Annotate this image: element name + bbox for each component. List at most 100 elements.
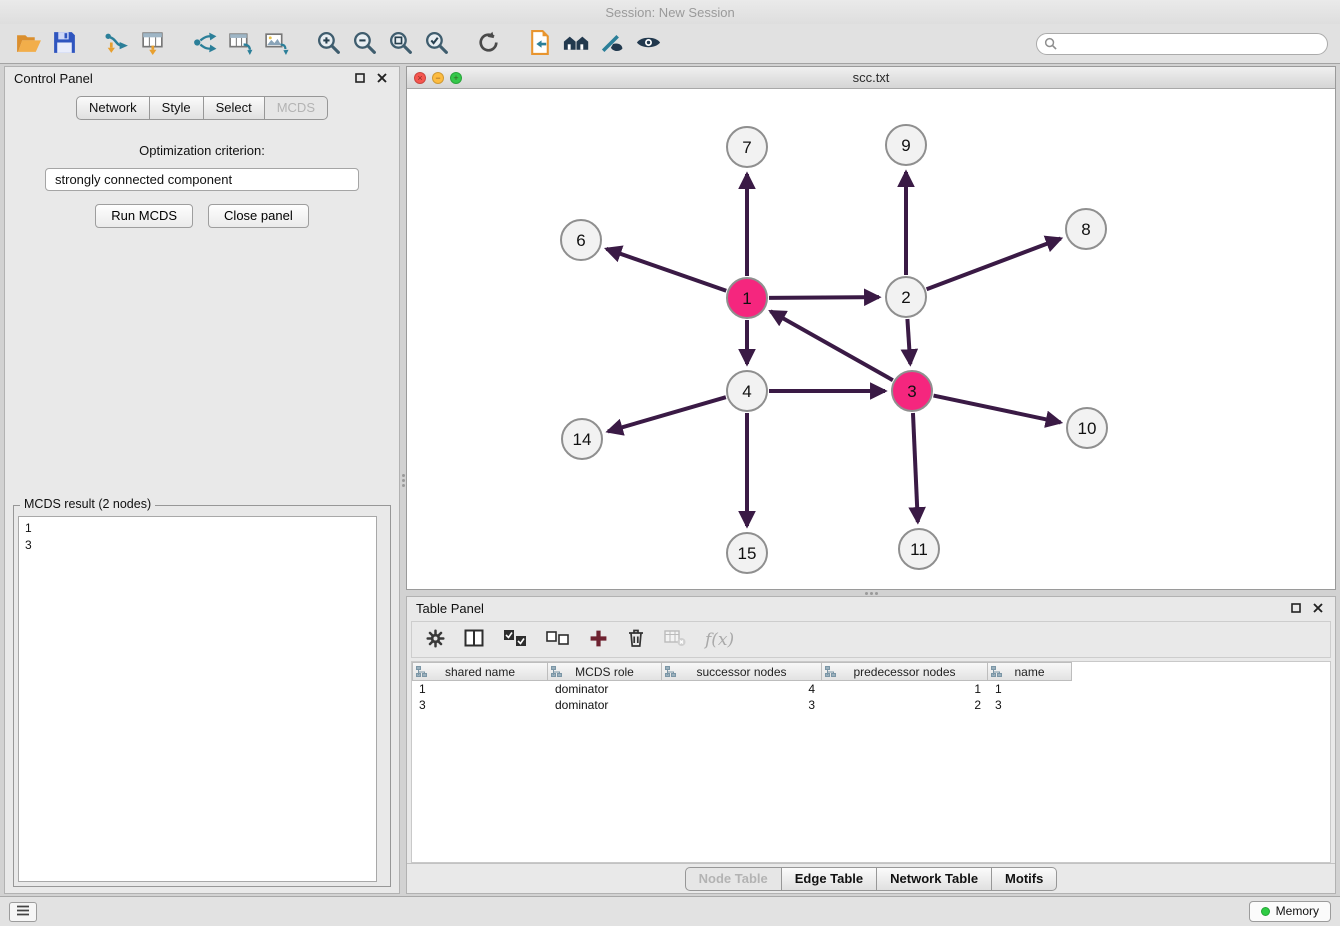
show-hide-button[interactable] <box>630 27 666 61</box>
tab-select[interactable]: Select <box>204 96 265 120</box>
run-mcds-button[interactable]: Run MCDS <box>95 204 193 228</box>
deselect-all-button[interactable] <box>546 629 570 650</box>
table-row[interactable]: 3dominator323 <box>412 697 1330 713</box>
tab-node-table[interactable]: Node Table <box>685 867 782 891</box>
tab-network-table[interactable]: Network Table <box>877 867 992 891</box>
column-header-successor-nodes[interactable]: successor nodes <box>662 662 822 681</box>
result-line: 1 <box>25 520 370 537</box>
table-header-row: shared nameMCDS rolesuccessor nodesprede… <box>412 662 1330 681</box>
edge-2-8[interactable] <box>927 239 1061 290</box>
node-4[interactable]: 4 <box>727 371 767 411</box>
dropdown-stepper-icon <box>343 172 351 189</box>
search-input[interactable] <box>1036 33 1328 55</box>
edge-3-10[interactable] <box>934 396 1061 423</box>
node-9[interactable]: 9 <box>886 125 926 165</box>
hamburger-icon <box>16 904 30 919</box>
select-all-icon <box>503 629 527 650</box>
open-session-button[interactable] <box>10 27 46 61</box>
first-neighbors-button[interactable] <box>558 27 594 61</box>
table-cell[interactable]: 1 <box>822 682 988 696</box>
memory-button[interactable]: Memory <box>1249 901 1331 922</box>
column-header-name[interactable]: name <box>988 662 1072 681</box>
edge-1-2[interactable] <box>769 297 879 298</box>
refresh-button[interactable] <box>470 27 506 61</box>
close-window-icon[interactable]: × <box>414 72 426 84</box>
float-table-panel-button[interactable] <box>1288 600 1304 616</box>
node-8[interactable]: 8 <box>1066 209 1106 249</box>
new-table-button[interactable] <box>222 27 258 61</box>
export-image-button[interactable] <box>258 27 294 61</box>
table-cell[interactable]: 1 <box>988 682 1072 696</box>
node-2[interactable]: 2 <box>886 277 926 317</box>
network-from-selection-button[interactable] <box>522 27 558 61</box>
select-all-button[interactable] <box>503 629 527 650</box>
optimization-criterion-select[interactable]: strongly connected component <box>45 168 359 191</box>
node-14[interactable]: 14 <box>562 419 602 459</box>
table-cell[interactable]: 4 <box>662 682 822 696</box>
tab-style[interactable]: Style <box>150 96 204 120</box>
node-3[interactable]: 3 <box>892 371 932 411</box>
node-label: 4 <box>742 382 751 401</box>
mcds-result-text[interactable]: 13 <box>18 516 377 882</box>
table-cell[interactable]: 3 <box>412 698 548 712</box>
table-toolbar: f(x) <box>411 621 1331 658</box>
function-builder-button[interactable]: f(x) <box>705 630 734 650</box>
network-view-window: scc.txt × − + 7968124314101511 <box>406 66 1336 590</box>
new-network-button[interactable] <box>186 27 222 61</box>
network-canvas[interactable]: 7 9 6 8 1 2 4 3 14 10 15 11 <box>407 89 1335 589</box>
table-settings-button[interactable] <box>426 629 445 651</box>
close-icon <box>377 71 387 86</box>
tab-motifs[interactable]: Motifs <box>992 867 1057 891</box>
edge-1-6[interactable] <box>606 249 726 291</box>
node-15[interactable]: 15 <box>727 533 767 573</box>
tab-network[interactable]: Network <box>76 96 150 120</box>
column-header-shared-name[interactable]: shared name <box>412 662 548 681</box>
node-10[interactable]: 10 <box>1067 408 1107 448</box>
show-columns-button[interactable] <box>464 629 484 650</box>
float-panel-button[interactable] <box>352 70 368 86</box>
table-cell[interactable]: 1 <box>412 682 548 696</box>
node-6[interactable]: 6 <box>561 220 601 260</box>
table-cell[interactable]: 3 <box>988 698 1072 712</box>
import-network-button[interactable] <box>98 27 134 61</box>
node-1[interactable]: 1 <box>727 278 767 318</box>
edge-3-11[interactable] <box>913 413 918 522</box>
edge-4-14[interactable] <box>608 397 726 431</box>
node-7[interactable]: 7 <box>727 127 767 167</box>
table-panel-header: Table Panel <box>407 597 1335 619</box>
zoom-selected-button[interactable] <box>418 27 454 61</box>
column-label: name <box>1014 665 1044 679</box>
column-header-MCDS-role[interactable]: MCDS role <box>548 662 662 681</box>
style-brush-button[interactable] <box>594 27 630 61</box>
panel-menu-button[interactable] <box>9 902 37 922</box>
create-column-button[interactable] <box>589 629 608 651</box>
delete-table-button[interactable] <box>664 629 686 650</box>
window-titlebar: Session: New Session <box>0 0 1340 24</box>
zoom-fit-button[interactable] <box>382 27 418 61</box>
node-label: 9 <box>901 136 910 155</box>
save-session-button[interactable] <box>46 27 82 61</box>
close-table-panel-button[interactable] <box>1310 600 1326 616</box>
maximize-window-icon[interactable]: + <box>450 72 462 84</box>
plus-icon <box>589 629 608 651</box>
tab-edge-table[interactable]: Edge Table <box>782 867 877 891</box>
delete-columns-button[interactable] <box>627 628 645 651</box>
close-panel-button[interactable] <box>374 70 390 86</box>
table-cell[interactable]: dominator <box>548 682 662 696</box>
table-cell[interactable]: 2 <box>822 698 988 712</box>
edge-2-3[interactable] <box>907 319 910 364</box>
edge-3-1[interactable] <box>771 311 893 380</box>
node-11[interactable]: 11 <box>899 529 939 569</box>
zoom-in-button[interactable] <box>310 27 346 61</box>
control-panel-tabs: NetworkStyleSelectMCDS <box>5 96 399 120</box>
table-row[interactable]: 1dominator411 <box>412 681 1330 697</box>
table-cell[interactable]: 3 <box>662 698 822 712</box>
minimize-window-icon[interactable]: − <box>432 72 444 84</box>
import-table-button[interactable] <box>134 27 170 61</box>
tab-mcds[interactable]: MCDS <box>265 96 328 120</box>
table-cell[interactable]: dominator <box>548 698 662 712</box>
mcds-result-fieldset: MCDS result (2 nodes) 13 <box>13 505 391 887</box>
close-panel-action-button[interactable]: Close panel <box>208 204 309 228</box>
column-header-predecessor-nodes[interactable]: predecessor nodes <box>822 662 988 681</box>
zoom-out-button[interactable] <box>346 27 382 61</box>
